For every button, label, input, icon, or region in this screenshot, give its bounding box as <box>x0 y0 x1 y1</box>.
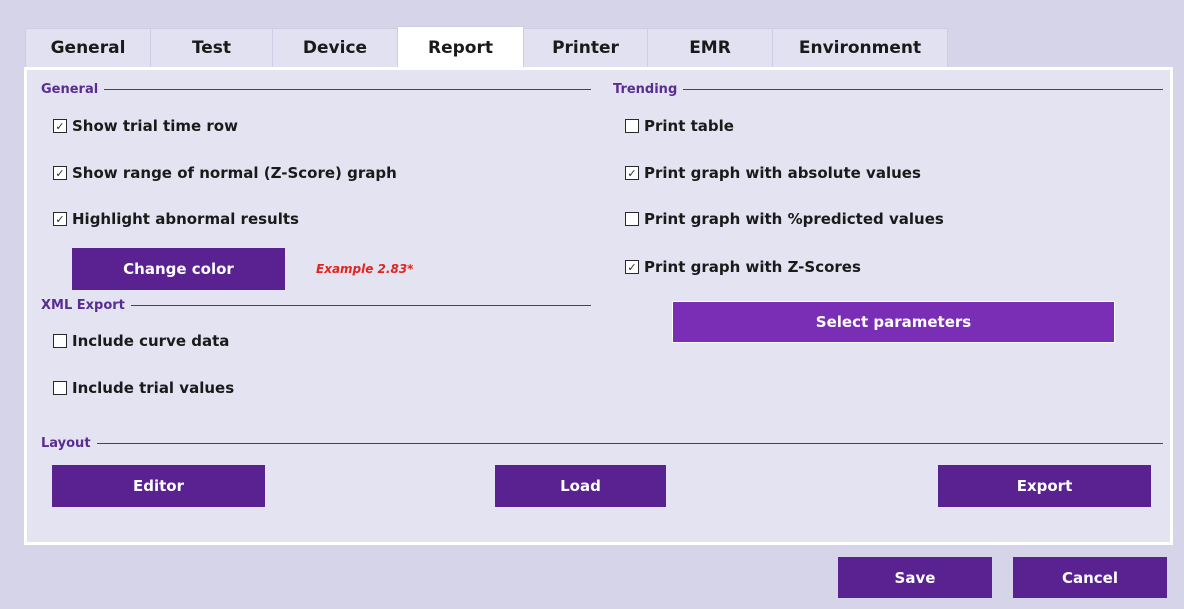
save-button[interactable]: Save <box>838 557 992 598</box>
xml-export-section-title: XML Export <box>41 298 125 313</box>
change-color-button[interactable]: Change color <box>72 248 285 290</box>
print-graph-absolute-label: Print graph with absolute values <box>644 164 921 182</box>
trending-section-header: Trending <box>613 82 1163 97</box>
checkbox-checked-icon: ✓ <box>53 119 67 133</box>
layout-editor-button[interactable]: Editor <box>52 465 265 507</box>
tab-printer[interactable]: Printer <box>523 28 648 68</box>
print-graph-predicted-checkbox[interactable]: Print graph with %predicted values <box>625 210 944 228</box>
general-section-title: General <box>41 82 99 97</box>
include-curve-data-checkbox[interactable]: Include curve data <box>53 332 229 350</box>
trending-section-divider <box>683 89 1163 90</box>
layout-export-button[interactable]: Export <box>938 465 1151 507</box>
checkbox-unchecked-icon <box>625 119 639 133</box>
print-graph-zscores-checkbox[interactable]: ✓ Print graph with Z-Scores <box>625 258 861 276</box>
tab-test[interactable]: Test <box>150 28 273 68</box>
highlight-abnormal-label: Highlight abnormal results <box>72 210 299 228</box>
general-section-header: General <box>41 82 591 97</box>
layout-section-header: Layout <box>41 436 1163 451</box>
show-trial-time-row-checkbox[interactable]: ✓ Show trial time row <box>53 117 238 135</box>
show-range-normal-label: Show range of normal (Z-Score) graph <box>72 164 397 182</box>
trending-section-title: Trending <box>613 82 678 97</box>
include-trial-values-checkbox[interactable]: Include trial values <box>53 379 234 397</box>
settings-window: General Test Device Report Printer EMR E… <box>0 0 1184 609</box>
report-settings-panel: General ✓ Show trial time row ✓ Show ran… <box>24 67 1173 545</box>
layout-load-button[interactable]: Load <box>495 465 666 507</box>
highlight-abnormal-checkbox[interactable]: ✓ Highlight abnormal results <box>53 210 299 228</box>
tab-general[interactable]: General <box>25 28 151 68</box>
checkbox-checked-icon: ✓ <box>625 166 639 180</box>
select-parameters-button[interactable]: Select parameters <box>672 301 1115 343</box>
checkbox-checked-icon: ✓ <box>53 166 67 180</box>
layout-section-divider <box>96 443 1163 444</box>
highlight-color-example: Example 2.83* <box>316 262 414 276</box>
xml-export-section-header: XML Export <box>41 298 591 313</box>
checkbox-unchecked-icon <box>625 212 639 226</box>
cancel-button[interactable]: Cancel <box>1013 557 1167 598</box>
report-settings-content: General ✓ Show trial time row ✓ Show ran… <box>27 70 1170 542</box>
show-trial-time-row-label: Show trial time row <box>72 117 238 135</box>
checkbox-checked-icon: ✓ <box>625 260 639 274</box>
general-section-divider <box>104 89 591 90</box>
print-graph-predicted-label: Print graph with %predicted values <box>644 210 944 228</box>
tab-environment[interactable]: Environment <box>772 28 948 68</box>
include-curve-data-label: Include curve data <box>72 332 230 350</box>
layout-section-title: Layout <box>41 436 91 451</box>
tab-report[interactable]: Report <box>397 26 524 68</box>
include-trial-values-label: Include trial values <box>72 379 235 397</box>
print-table-label: Print table <box>644 117 734 135</box>
tab-device[interactable]: Device <box>272 28 398 68</box>
checkbox-checked-icon: ✓ <box>53 212 67 226</box>
tab-emr[interactable]: EMR <box>647 28 773 68</box>
checkbox-unchecked-icon <box>53 334 67 348</box>
print-table-checkbox[interactable]: Print table <box>625 117 734 135</box>
print-graph-zscores-label: Print graph with Z-Scores <box>644 258 861 276</box>
xml-export-section-divider <box>130 305 591 306</box>
tab-bar: General Test Device Report Printer EMR E… <box>25 26 948 68</box>
checkbox-unchecked-icon <box>53 381 67 395</box>
print-graph-absolute-checkbox[interactable]: ✓ Print graph with absolute values <box>625 164 921 182</box>
show-range-normal-checkbox[interactable]: ✓ Show range of normal (Z-Score) graph <box>53 164 397 182</box>
